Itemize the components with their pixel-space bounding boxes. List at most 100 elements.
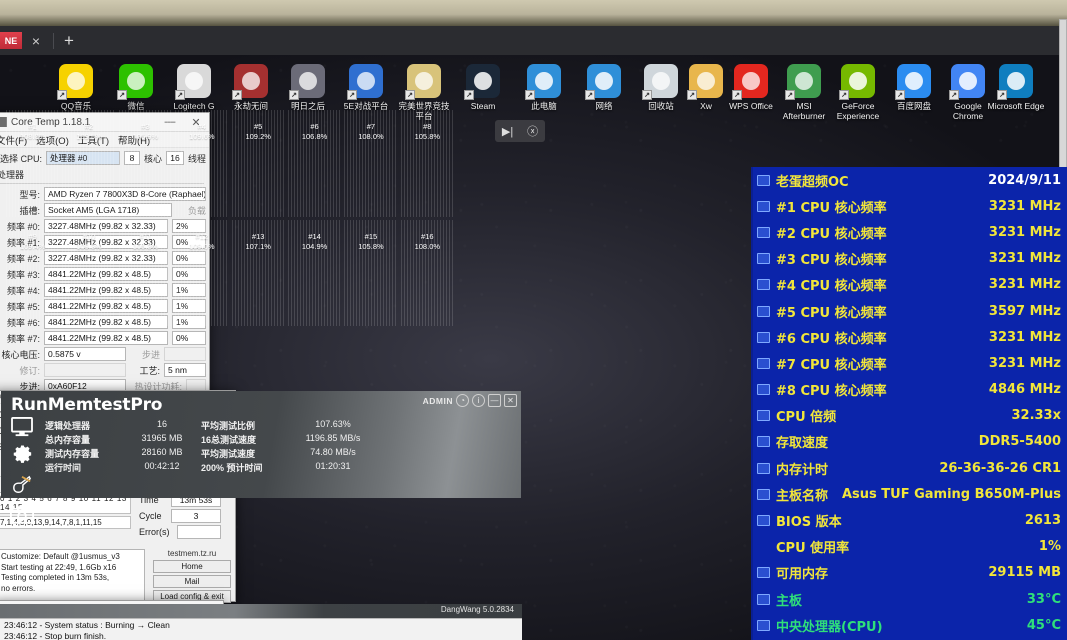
logitech-ghub-icon[interactable] [175, 64, 211, 100]
info-icon[interactable]: i [472, 394, 485, 407]
memtest-thread-cell[interactable]: #7 108.0% [344, 110, 398, 217]
memtest-close-button[interactable]: ✕ [504, 394, 517, 407]
desktop-icon-network-icon[interactable]: 网络 [579, 60, 629, 111]
hand-pointer-icon[interactable] [8, 473, 36, 497]
monitor-icon[interactable] [8, 415, 36, 439]
game-yongjie-icon[interactable] [232, 64, 268, 100]
sensor-label: #5 CPU 核心频率 [776, 305, 887, 321]
memtest-thread-id: #4 [197, 122, 206, 131]
memtest-thread-cell[interactable]: #1 108.8% [6, 110, 60, 217]
shortcut-badge [687, 90, 697, 100]
network-icon[interactable] [585, 64, 621, 100]
recycle-bin-icon[interactable] [642, 64, 678, 100]
sensor-value: 45°C [1026, 617, 1061, 633]
sensor-row: 存取速度 DDR5-5400 [753, 429, 1067, 455]
memtest-thread-cell[interactable]: #13 107.1% [231, 219, 285, 326]
baidu-netdisk-icon[interactable] [895, 64, 931, 100]
perfect-world-icon[interactable] [405, 64, 441, 100]
cpu-core-icon [757, 357, 770, 369]
user-folder-icon[interactable] [687, 64, 723, 100]
memtest-thread-cell[interactable]: #10 109.3% [62, 219, 116, 326]
memtest-stat-key-2: 200% 预计时间 [201, 463, 263, 473]
memtest-thread-percent: 108.0% [414, 241, 441, 251]
memtest-thread-cell[interactable]: #12 109.0% [175, 219, 229, 326]
frequency-load: 0% [172, 331, 206, 345]
sensor-row: 内存计时 26-36-36-26 CR1 [753, 455, 1067, 481]
desktop-icon-geforce-experience-icon[interactable]: GeForce Experience [833, 60, 883, 121]
desktop-icon-5e-platform-icon[interactable]: 5E对战平台 [341, 60, 391, 111]
desktop-icon-label: Steam [470, 101, 496, 111]
memtest-thread-cell[interactable]: #9 109.4% [6, 219, 60, 326]
desktop-icon-steam-icon[interactable]: Steam [458, 60, 508, 111]
google-chrome-icon[interactable] [949, 64, 985, 100]
memtest-minimize-button[interactable]: — [488, 394, 501, 407]
tm5-errors-value [177, 525, 221, 539]
cpu-core-icon [757, 331, 770, 343]
wechat-icon[interactable] [117, 64, 153, 100]
shortcut-badge [997, 90, 1007, 100]
desktop-icon-msi-afterburner-icon[interactable]: MSI Afterburner [779, 60, 829, 121]
sensor-label: #1 CPU 核心频率 [776, 200, 887, 216]
desktop-icon-wps-office-icon[interactable]: WPS Office [726, 60, 776, 111]
stepping-grey-field [164, 347, 206, 361]
microsoft-edge-icon[interactable] [997, 64, 1033, 100]
memtest-thread-cell[interactable]: #14 104.9% [287, 219, 342, 326]
tab-close-icon[interactable]: × [29, 33, 43, 49]
memtest-thread-id: #8 [423, 122, 432, 131]
5e-platform-icon[interactable] [347, 64, 383, 100]
sensor-label: #4 CPU 核心频率 [776, 279, 887, 295]
memtest-window-controls[interactable]: ADMIN ◔ i — ✕ [423, 394, 517, 407]
sensor-value: 3231 MHz [988, 277, 1061, 293]
tm5-home-button[interactable]: Home [153, 560, 231, 573]
memtest-thread-percent: 106.8% [301, 132, 328, 141]
memtest-thread-cell[interactable]: #2 109.5% [62, 110, 116, 217]
desktop-icon-wechat-icon[interactable]: 微信 [111, 60, 161, 111]
desktop-icon-label: 网络 [595, 101, 613, 111]
memtest-thread-id: #14 [308, 231, 321, 241]
steam-icon[interactable] [464, 64, 500, 100]
memtest-thread-cell[interactable]: #15 105.8% [344, 219, 398, 326]
memtest-thread-cell[interactable]: #3 105.9% [118, 110, 173, 217]
desktop-icon-game-mingri-icon[interactable]: 明日之后 [283, 60, 333, 111]
memtest-thread-cell[interactable]: #4 109.6% [175, 110, 229, 217]
play-icon[interactable]: ▶| [502, 125, 513, 138]
memtest-thread-percent: 109.2% [245, 132, 271, 141]
sensor-label: #3 CPU 核心频率 [776, 253, 887, 269]
memtest-thread-grid[interactable]: #1 108.8% #2 109.5% #3 105.9% #4 109.6% #5 109.2%… [6, 110, 454, 326]
sensor-value: 3231 MHz [988, 251, 1061, 267]
tm5-mail-button[interactable]: Mail [153, 575, 231, 588]
memtest-thread-cell[interactable]: #11 105.3% [118, 219, 173, 326]
this-pc-icon[interactable] [525, 64, 561, 100]
tm5-cycle-value: 3 [171, 509, 221, 523]
desktop-icon-google-chrome-icon[interactable]: Google Chrome [943, 60, 993, 121]
floating-mini-toolbar[interactable]: ▶| ⓧ [495, 120, 545, 142]
game-mingri-icon[interactable] [289, 64, 325, 100]
msi-afterburner-icon[interactable] [785, 64, 821, 100]
qq-music-icon[interactable] [57, 64, 93, 100]
memtest-stat-value: 16 [156, 419, 167, 429]
frequency-value: 4841.22MHz (99.82 x 48.5) [44, 331, 168, 345]
memtest-thread-cell[interactable]: #5 109.2% [231, 110, 285, 217]
desktop-icon-game-yongjie-icon[interactable]: 永劫无间 [226, 60, 276, 111]
history-icon[interactable]: ◔ [456, 394, 469, 407]
memtest-sidebar[interactable] [5, 415, 39, 526]
memtest-thread-cell[interactable]: #16 108.0% [400, 219, 454, 326]
tm5-log-line-2: Start testing at 22:49, 1.6Gb x16 [1, 562, 117, 572]
desktop-icon-baidu-netdisk-icon[interactable]: 百度网盘 [889, 60, 939, 111]
camera-icon[interactable] [8, 502, 36, 526]
desktop-icon-microsoft-edge-icon[interactable]: Microsoft Edge [988, 60, 1044, 111]
geforce-experience-icon[interactable] [839, 64, 875, 100]
desktop-icon-qq-music-icon[interactable]: QQ音乐 [51, 60, 101, 111]
memtest-thread-cell[interactable]: #8 105.8% [400, 110, 454, 217]
sensor-label: #6 CPU 核心频率 [776, 331, 887, 347]
gear-icon[interactable] [8, 444, 36, 468]
browser-tab-badge[interactable]: NE [0, 32, 22, 49]
close-circle-icon[interactable]: ⓧ [527, 123, 538, 139]
memtest-thread-cell[interactable]: #6 106.8% [287, 110, 342, 217]
desktop-icon-this-pc-icon[interactable]: 此电脑 [519, 60, 569, 111]
new-tab-icon[interactable]: + [64, 31, 74, 51]
memtest-stat-key: 逻辑处理器 [45, 421, 91, 431]
sensor-panel[interactable]: 老蛋超频OC 2024/9/11 #1 CPU 核心频率 3231 MHz #2 CPU… [751, 167, 1067, 640]
memtest-thread-id: #12 [195, 231, 209, 241]
wps-office-icon[interactable] [732, 64, 768, 100]
